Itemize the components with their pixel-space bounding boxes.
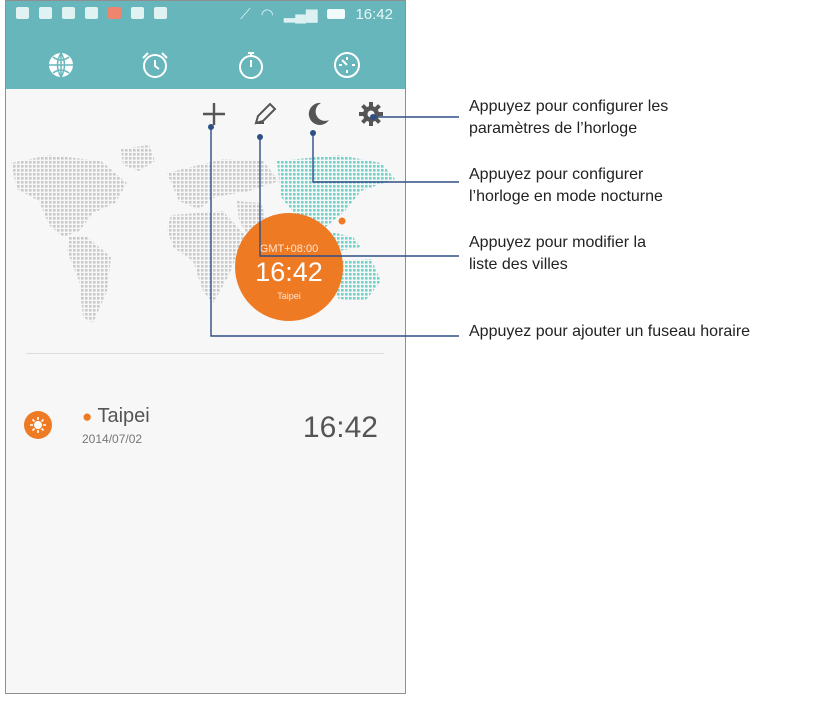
city-name: ● Taipei [82,405,150,427]
tab-bar [6,41,405,89]
no-signal-icon: ⟋ [240,5,251,23]
edit-icon [254,102,277,125]
tab-alarm[interactable] [138,48,172,82]
annotation-edit-cities: Appuyez pour modifier la liste des ville… [469,234,646,273]
edit-cities-button[interactable] [251,100,279,128]
world-map [11,145,395,323]
world-clock-badge: GMT+08:00 16:42 Taipei [235,213,343,321]
message-icon [85,7,98,19]
city-date: 2014/07/02 [82,432,143,446]
globe-icon [49,52,73,78]
stopwatch-icon [239,52,263,79]
annotation-add-time-zone: Appuyez pour ajouter un fuseau horaire [469,323,751,340]
phone-screen: ⟋ ◠ ▂▄▆ 16:42 GMT+08:00 16:42 Taipei ● T… [5,0,406,694]
settings-button[interactable] [357,100,385,128]
notification-icons [16,7,167,19]
add-icon [203,103,225,125]
wifi-icon: ◠ [260,6,274,23]
world-clock-time: 16:42 [255,257,323,287]
location-pin-icon: ● [82,407,93,426]
missed-call-icon [108,7,121,19]
city-time: 16:42 [302,411,378,444]
status-time: 16:42 [355,5,393,23]
battery-icon [327,9,346,19]
annotation-night-mode: Appuyez pour configurer l’horloge en mod… [469,166,663,205]
add-time-zone-button[interactable] [200,100,228,128]
list-item[interactable]: ● Taipei 2014/07/02 16:42 [6,396,405,456]
cloud-upload-icon [131,7,144,19]
day-sun-icon [24,411,52,439]
gmt-offset: GMT+08:00 [259,243,319,255]
clipboard-icon [154,7,167,19]
alarm-clock-icon [142,52,168,78]
timer-icon [334,52,360,78]
sim-icon [16,7,29,19]
signal-bars-icon: ▂▄▆ [283,6,318,23]
divider [26,353,384,354]
annotation-settings: Appuyez pour configurer les paramètres d… [469,98,669,137]
night-mode-button[interactable] [304,100,332,128]
world-clock-city: Taipei [277,291,301,301]
tab-world-clock[interactable] [44,48,78,82]
settings-icon [359,102,383,126]
image-icon [62,7,75,19]
sd-card-icon [39,7,52,19]
tab-timer[interactable] [330,48,364,82]
status-bar: ⟋ ◠ ▂▄▆ 16:42 [6,1,405,41]
system-status: ⟋ ◠ ▂▄▆ 16:42 [240,5,393,24]
night-mode-icon [308,102,329,125]
tab-stopwatch[interactable] [234,48,268,82]
